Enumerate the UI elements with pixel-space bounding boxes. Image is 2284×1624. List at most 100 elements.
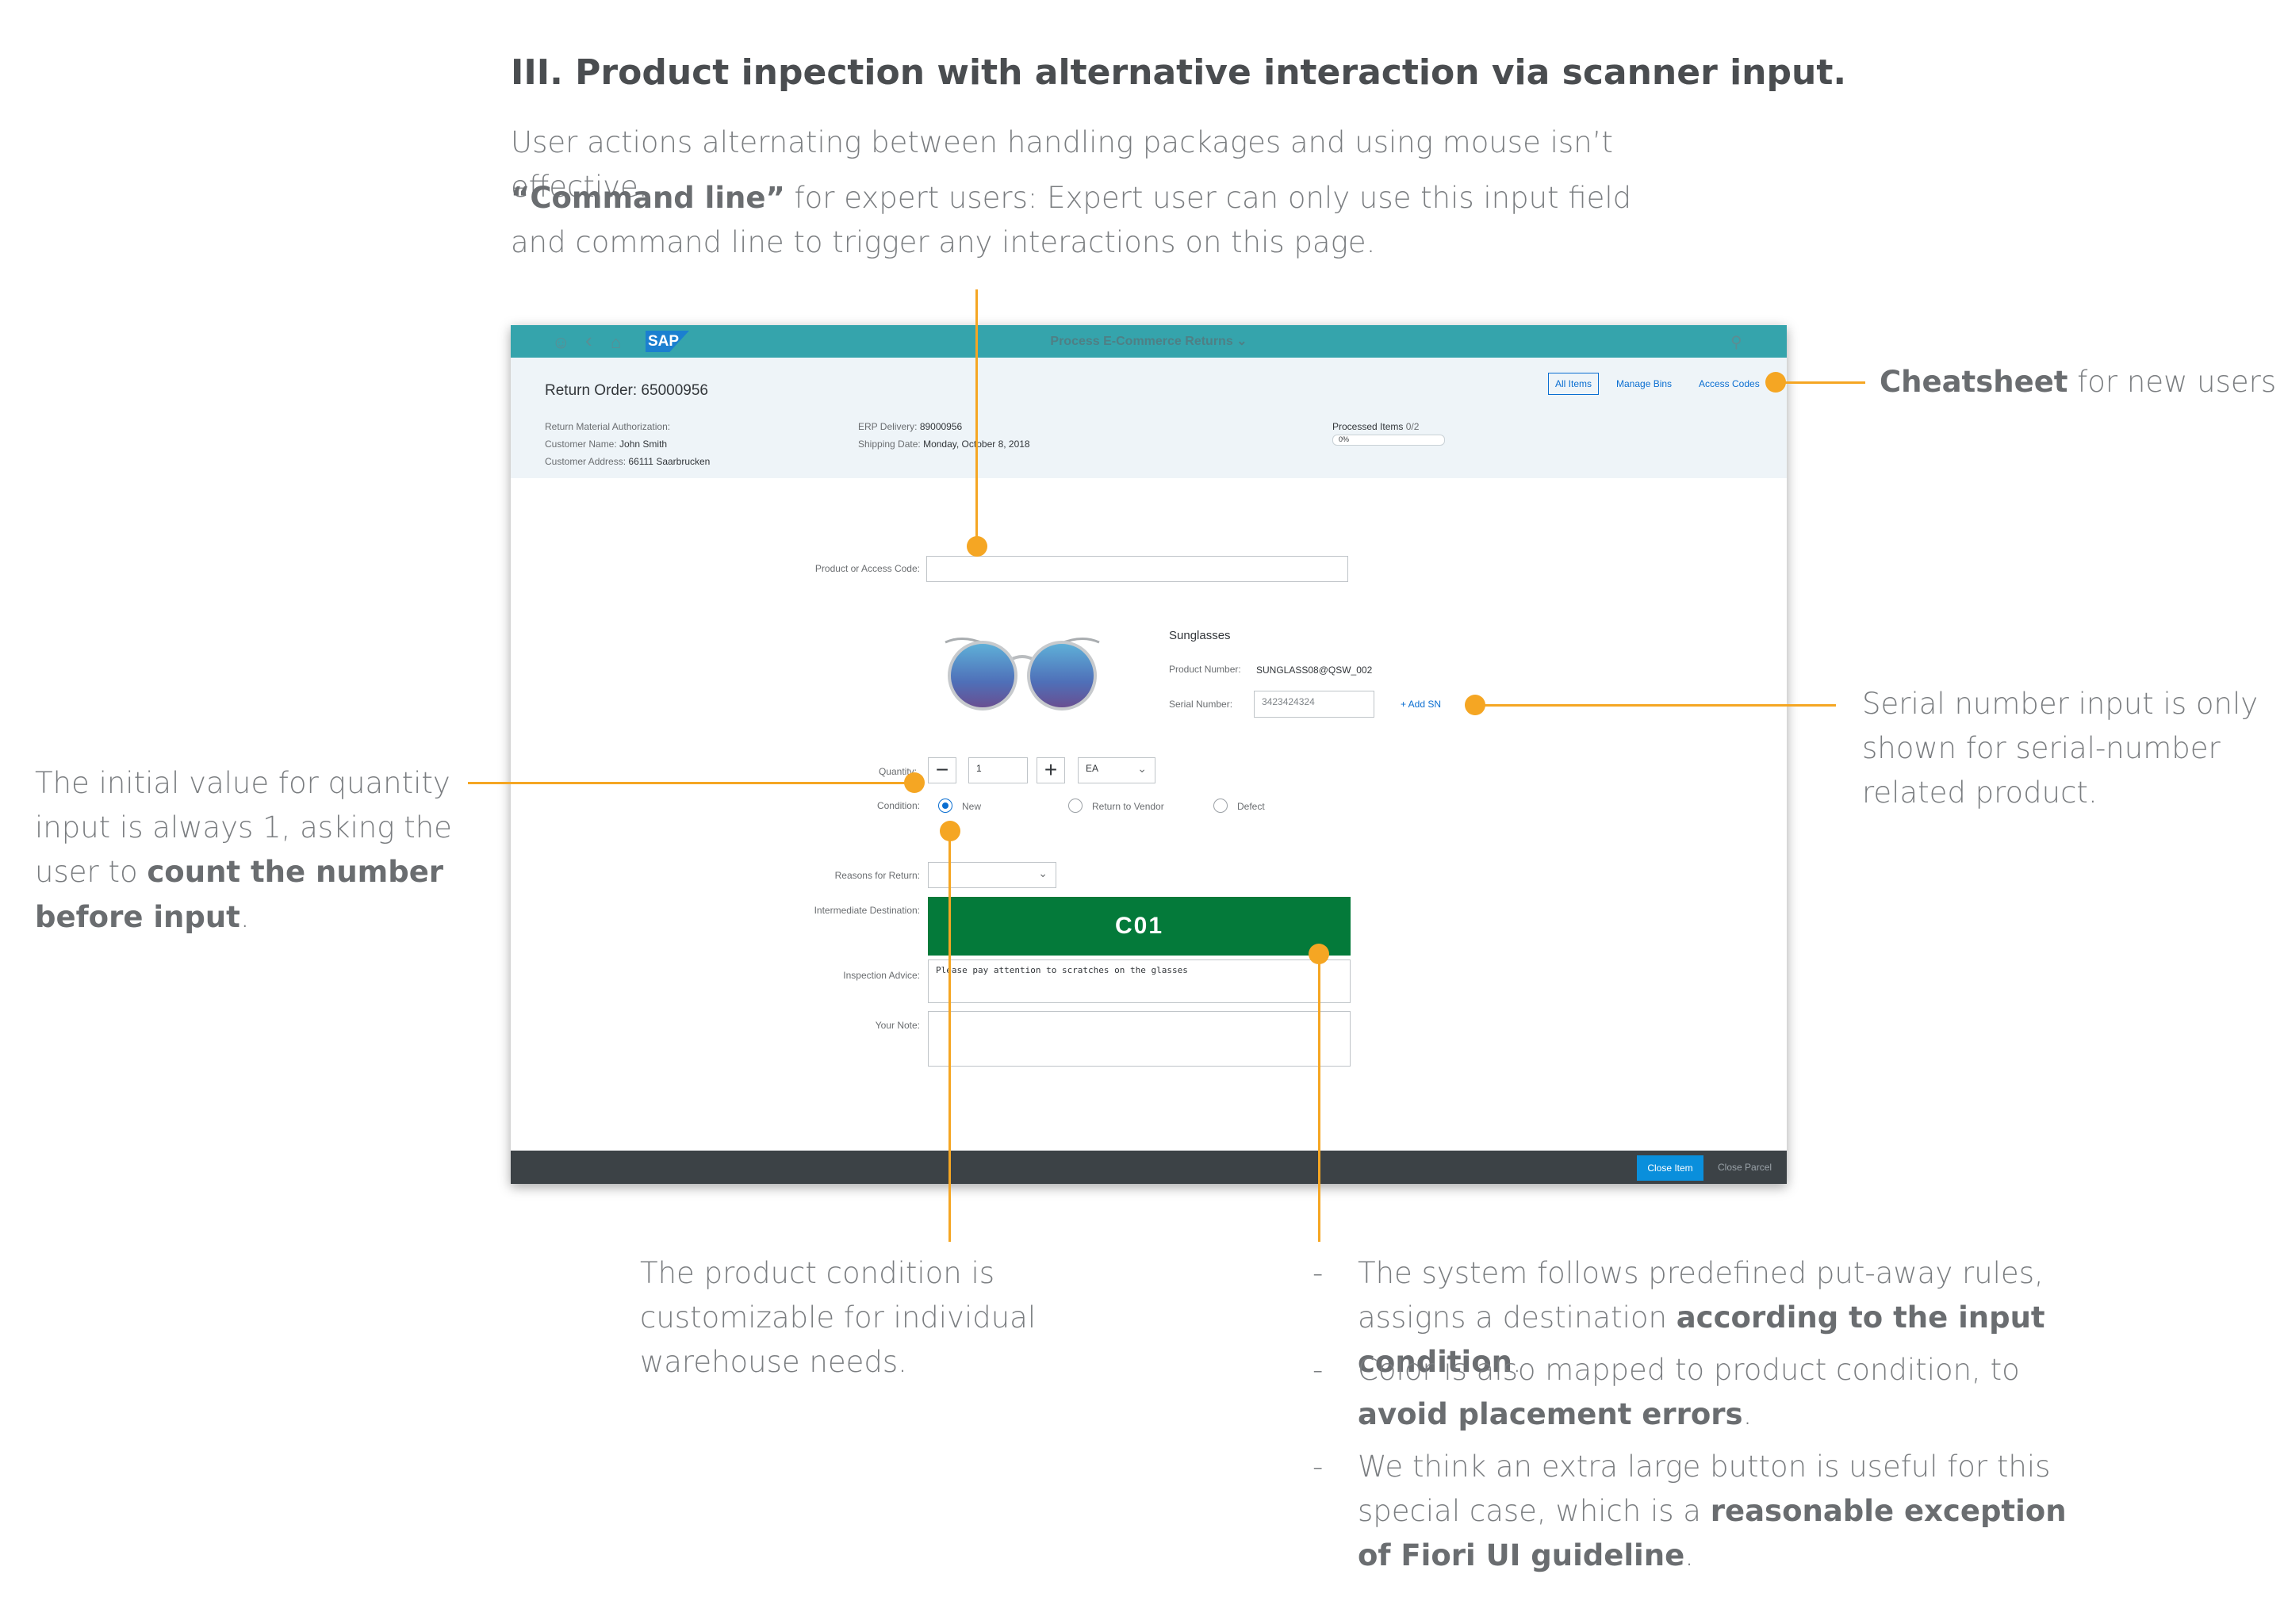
callout-bullet-2: Color is also mapped to product conditio… bbox=[1358, 1348, 2119, 1437]
progress-text: 0% bbox=[1339, 435, 1350, 443]
processed-label: Processed Items bbox=[1332, 421, 1404, 432]
qty-post: . bbox=[240, 899, 250, 934]
bullet-dash-3: - bbox=[1313, 1450, 1324, 1484]
minus-icon: − bbox=[935, 757, 949, 782]
condition-radio-new[interactable] bbox=[938, 799, 952, 813]
decrease-quantity-button[interactable]: − bbox=[928, 757, 956, 783]
bullet-dash-1: - bbox=[1313, 1256, 1324, 1290]
close-item-button[interactable]: Close Item bbox=[1637, 1155, 1703, 1181]
callout-serial: Serial number input is only shown for se… bbox=[1862, 687, 2259, 810]
chevron-down-icon: ⌄ bbox=[1236, 335, 1247, 348]
callout-line-destination bbox=[1318, 954, 1320, 1242]
processed-items-field: Processed Items 0/2 bbox=[1332, 421, 1419, 432]
close-parcel-button[interactable]: Close Parcel bbox=[1718, 1162, 1772, 1173]
doc-title: III. Product inpection with alternative … bbox=[511, 52, 1847, 93]
note-label: Your Note: bbox=[875, 1020, 920, 1031]
serial-number-label: Serial Number: bbox=[1169, 699, 1233, 710]
callout-line-command bbox=[975, 289, 978, 548]
customer-address-field: Customer Address: 66111 Saarbrucken bbox=[545, 456, 710, 467]
condition-label: Condition: bbox=[876, 800, 920, 811]
product-number-value: SUNGLASS08@QSW_002 bbox=[1256, 665, 1373, 676]
plus-icon: + bbox=[1044, 757, 1058, 782]
chevron-down-icon: ⌄ bbox=[1137, 762, 1147, 775]
callout-quantity: The initial value for quantity input is … bbox=[35, 761, 463, 940]
bullet3-post: . bbox=[1684, 1538, 1694, 1573]
search-icon[interactable]: ⚲ bbox=[1730, 332, 1742, 352]
condition-radio-return-to-vendor[interactable] bbox=[1068, 799, 1083, 813]
customer-address-value: 66111 Saarbrucken bbox=[628, 456, 711, 467]
increase-quantity-button[interactable]: + bbox=[1037, 757, 1065, 783]
callout-condition: The product condition is customizable fo… bbox=[640, 1256, 1037, 1380]
intro-command-line: “Command line” for expert users: Expert … bbox=[511, 176, 1669, 265]
shipping-date-field: Shipping Date: Monday, October 8, 2018 bbox=[858, 439, 1030, 450]
add-sn-link[interactable]: + Add SN bbox=[1401, 699, 1441, 710]
bullet2-bold: avoid placement errors bbox=[1358, 1397, 1743, 1432]
shell-bar: ☺ ‹ ⌂ SAP Process E-Commerce Returns ⌄ ⚲ bbox=[511, 325, 1787, 358]
callout-cheatsheet: Cheatsheet for new users bbox=[1880, 360, 2276, 404]
command-line-input[interactable] bbox=[926, 556, 1348, 582]
callout-dot-destination bbox=[1309, 944, 1329, 964]
callout-dot-condition bbox=[940, 821, 960, 841]
app-title-text: Process E-Commerce Returns bbox=[1050, 335, 1233, 348]
erp-delivery-field: ERP Delivery: 89000956 bbox=[858, 421, 962, 432]
condition-defect-label: Defect bbox=[1237, 801, 1265, 812]
destination-button[interactable]: C01 bbox=[928, 897, 1351, 956]
bullet2-post: . bbox=[1742, 1397, 1753, 1432]
bullet-dash-2: - bbox=[1313, 1353, 1324, 1387]
reasons-select[interactable]: ⌄ bbox=[928, 862, 1056, 888]
destination-label: Intermediate Destination: bbox=[814, 905, 920, 916]
callout-line-cheatsheet bbox=[1776, 381, 1865, 384]
quantity-input[interactable]: 1 bbox=[968, 757, 1028, 783]
processed-value: 0/2 bbox=[1405, 421, 1420, 432]
order-title: Return Order: 65000956 bbox=[545, 382, 708, 399]
callout-bullet-3: We think an extra large button is useful… bbox=[1358, 1445, 2071, 1579]
tab-access-codes[interactable]: Access Codes bbox=[1699, 378, 1760, 389]
note-textarea[interactable] bbox=[928, 1011, 1351, 1067]
rma-field: Return Material Authorization: bbox=[545, 421, 670, 432]
tab-all-items[interactable]: All Items bbox=[1548, 373, 1600, 395]
product-image bbox=[939, 628, 1106, 720]
unit-select[interactable]: EA ⌄ bbox=[1078, 757, 1155, 783]
callout-dot-cheatsheet bbox=[1765, 372, 1786, 393]
intro-bold: “Command line” bbox=[511, 181, 785, 215]
chevron-down-icon: ⌄ bbox=[1038, 867, 1048, 879]
callout-dot-quantity bbox=[904, 772, 925, 793]
shipping-label: Shipping Date: bbox=[858, 439, 921, 450]
progress-indicator: 0% bbox=[1332, 435, 1445, 446]
cheatsheet-bold: Cheatsheet bbox=[1880, 365, 2068, 399]
condition-radio-defect[interactable] bbox=[1213, 799, 1228, 813]
serial-number-value: 3423424324 bbox=[1262, 696, 1315, 707]
callout-line-condition bbox=[948, 831, 951, 1242]
cheatsheet-rest: for new users bbox=[2067, 365, 2277, 399]
erp-label: ERP Delivery: bbox=[858, 421, 918, 432]
bullet2-pre: Color is also mapped to product conditio… bbox=[1358, 1353, 2020, 1387]
condition-new-label: New bbox=[962, 801, 982, 812]
serial-number-input[interactable]: 3423424324 bbox=[1254, 691, 1374, 718]
advice-value: Please pay attention to scratches on the… bbox=[936, 965, 1188, 975]
quantity-value: 1 bbox=[976, 763, 982, 774]
erp-value: 89000956 bbox=[919, 421, 963, 432]
footer-toolbar: Close Item Close Parcel bbox=[511, 1151, 1787, 1184]
tab-manage-bins[interactable]: Manage Bins bbox=[1616, 378, 1672, 389]
app-window: ☺ ‹ ⌂ SAP Process E-Commerce Returns ⌄ ⚲… bbox=[511, 325, 1787, 1184]
customer-address-label: Customer Address: bbox=[545, 456, 627, 467]
callout-line-quantity bbox=[468, 782, 918, 784]
code-label: Product or Access Code: bbox=[814, 563, 920, 574]
customer-name-field: Customer Name: John Smith bbox=[545, 439, 667, 450]
condition-return-label: Return to Vendor bbox=[1092, 801, 1164, 812]
customer-name-value: John Smith bbox=[619, 439, 668, 450]
advice-label: Inspection Advice: bbox=[843, 970, 920, 981]
product-number-label: Product Number: bbox=[1169, 664, 1241, 675]
rma-label: Return Material Authorization: bbox=[545, 421, 671, 432]
app-title[interactable]: Process E-Commerce Returns ⌄ bbox=[511, 333, 1787, 349]
object-header: Return Order: 65000956 Return Material A… bbox=[511, 358, 1787, 478]
callout-dot-serial bbox=[1465, 695, 1485, 715]
inspection-advice-field: Please pay attention to scratches on the… bbox=[928, 959, 1351, 1003]
customer-name-label: Customer Name: bbox=[545, 439, 617, 450]
product-name: Sunglasses bbox=[1169, 629, 1231, 642]
callout-line-serial bbox=[1475, 704, 1836, 707]
unit-value: EA bbox=[1086, 763, 1099, 774]
reasons-label: Reasons for Return: bbox=[834, 870, 920, 881]
quantity-label: Quantity: bbox=[878, 766, 917, 777]
callout-dot-command bbox=[967, 536, 987, 557]
